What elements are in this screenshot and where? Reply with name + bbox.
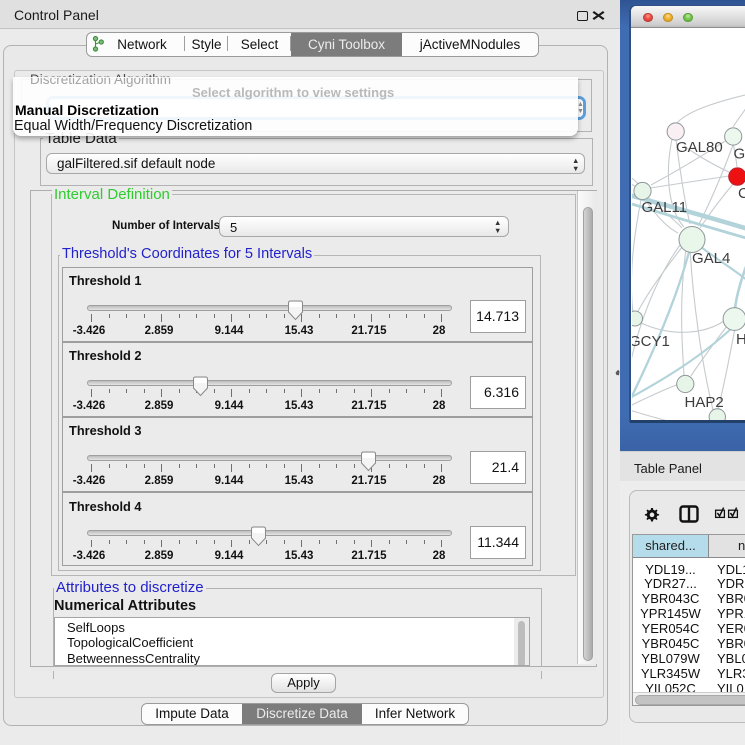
svg-text:GAL11: GAL11 bbox=[642, 199, 688, 216]
svg-text:GCY1: GCY1 bbox=[632, 333, 670, 350]
svg-text:CI: CI bbox=[738, 185, 745, 202]
svg-text:G..: G.. bbox=[734, 146, 745, 163]
svg-text:HI: HI bbox=[736, 331, 745, 348]
svg-text:GAL80: GAL80 bbox=[676, 139, 723, 156]
svg-text:GAL4: GAL4 bbox=[692, 250, 730, 267]
svg-text:HAP2: HAP2 bbox=[685, 394, 724, 411]
